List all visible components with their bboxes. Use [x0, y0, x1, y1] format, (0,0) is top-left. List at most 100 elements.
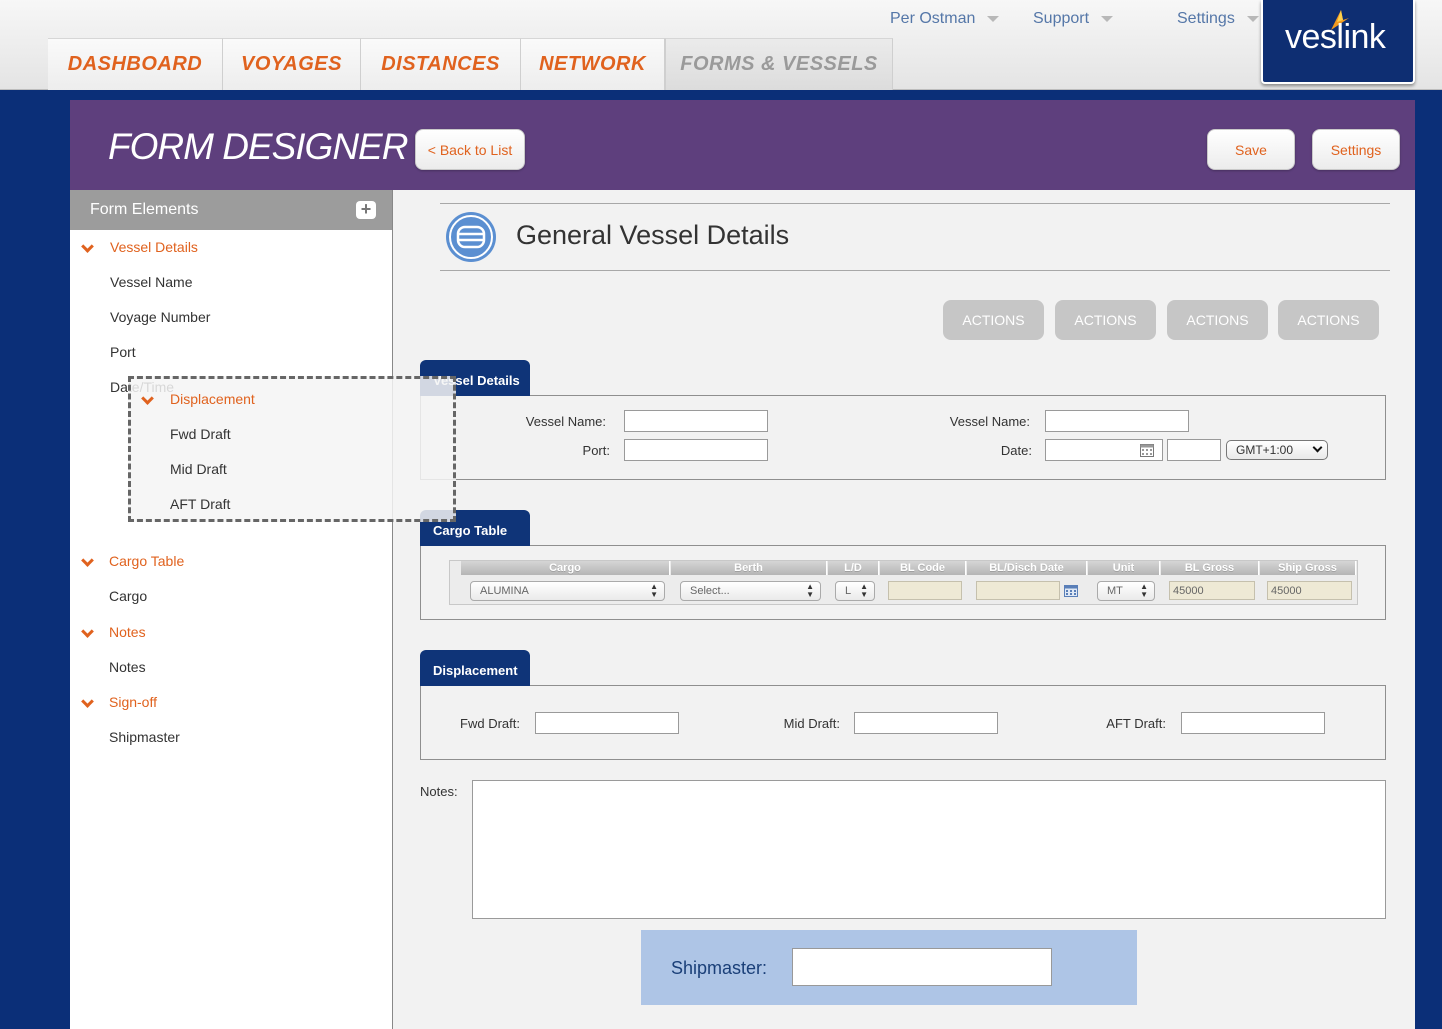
support-menu-label: Support	[1033, 10, 1090, 27]
page-title: FORM DESIGNER	[108, 126, 408, 167]
dragging-item-mid-draft: Mid Draft	[170, 461, 227, 477]
database-icon	[446, 212, 496, 262]
bl-code-input[interactable]	[888, 581, 962, 600]
sidebar-group-sign-off[interactable]: Sign-off	[109, 694, 157, 710]
fwd-draft-label: Fwd Draft:	[460, 716, 520, 731]
chevron-down-icon[interactable]	[81, 554, 94, 567]
sidebar-item-voyage-number[interactable]: Voyage Number	[110, 309, 210, 325]
unit-select[interactable]: MT ▲ ▼	[1097, 581, 1155, 601]
berth-select[interactable]: Select... ▲ ▼	[680, 581, 821, 601]
divider	[440, 203, 1390, 204]
back-to-list-button[interactable]: < Back to List	[415, 129, 525, 170]
sidebar-group-notes[interactable]: Notes	[109, 624, 146, 640]
port-input[interactable]	[624, 439, 768, 461]
dragging-item-fwd-draft: Fwd Draft	[170, 426, 231, 442]
aft-draft-label: AFT Draft:	[1106, 716, 1166, 731]
settings-menu[interactable]: Settings	[1177, 10, 1259, 28]
fwd-draft-input[interactable]	[535, 712, 679, 734]
notes-textarea[interactable]	[472, 780, 1386, 919]
user-menu-label: Per Ostman	[890, 10, 976, 27]
up-down-arrows-icon: ▲ ▼	[806, 582, 814, 599]
actions-button-2[interactable]: ACTIONS	[1055, 300, 1156, 340]
support-menu[interactable]: Support	[1033, 10, 1114, 28]
sidebar-group-cargo-table[interactable]: Cargo Table	[109, 553, 184, 569]
time-input[interactable]	[1167, 439, 1221, 461]
vessel-name-input[interactable]	[624, 410, 768, 432]
veslink-logo[interactable]: veslink	[1261, 0, 1415, 84]
vessel-name-2-input[interactable]	[1045, 410, 1189, 432]
shipmaster-label: Shipmaster:	[671, 958, 768, 978]
date-input[interactable]	[1045, 439, 1163, 461]
chevron-down-icon	[1312, 442, 1323, 453]
vessel-name-2-label: Vessel Name:	[949, 414, 1030, 429]
ld-select[interactable]: L ▲ ▼	[835, 581, 875, 601]
chevron-down-icon[interactable]	[81, 240, 94, 253]
chevron-down-icon	[1246, 15, 1259, 22]
sidebar-item-port[interactable]: Port	[110, 344, 136, 360]
cargo-select-value: ALUMINA	[480, 585, 529, 597]
unit-select-value: MT	[1107, 585, 1123, 597]
divider	[440, 270, 1390, 271]
aft-draft-input[interactable]	[1181, 712, 1325, 734]
actions-button-3[interactable]: ACTIONS	[1167, 300, 1268, 340]
column-header-bl-code[interactable]: BL Code	[880, 561, 966, 575]
form-designer-header: FORM DESIGNER < Back to List Save Settin…	[70, 100, 1415, 190]
sidebar-item-shipmaster[interactable]: Shipmaster	[109, 729, 180, 745]
column-header-berth[interactable]: Berth	[671, 561, 827, 575]
chevron-down-icon	[141, 392, 154, 405]
user-menu[interactable]: Per Ostman	[890, 10, 1000, 28]
chevron-down-icon	[1101, 15, 1114, 22]
dragging-element-ghost[interactable]: Displacement Fwd Draft Mid Draft AFT Dra…	[128, 376, 456, 522]
column-header-ship-gross[interactable]: Ship Gross	[1260, 561, 1356, 575]
sidebar-group-vessel-details[interactable]: Vessel Details	[110, 239, 198, 255]
tab-dashboard[interactable]: DASHBOARD	[48, 38, 223, 90]
sidebar-item-cargo[interactable]: Cargo	[109, 588, 147, 604]
shipmaster-input[interactable]	[792, 948, 1052, 986]
actions-button-1[interactable]: ACTIONS	[943, 300, 1044, 340]
bl-disch-date-input[interactable]	[976, 581, 1060, 600]
column-header-bl-disch-date[interactable]: BL/Disch Date	[967, 561, 1087, 575]
actions-button-4[interactable]: ACTIONS	[1278, 300, 1379, 340]
ld-select-value: L	[845, 585, 852, 597]
tab-network[interactable]: NETWORK	[521, 38, 665, 90]
tab-distances[interactable]: DISTANCES	[361, 38, 521, 90]
timezone-select[interactable]: GMT+1:00	[1226, 440, 1328, 460]
settings-button[interactable]: Settings	[1312, 129, 1400, 170]
port-label: Port:	[582, 443, 610, 458]
vessel-name-label: Vessel Name:	[525, 414, 606, 429]
logo-text: veslink	[1285, 18, 1386, 56]
up-down-arrows-icon: ▲ ▼	[860, 582, 868, 599]
column-header-cargo[interactable]: Cargo	[461, 561, 670, 575]
sidebar-title: Form Elements	[90, 201, 199, 218]
chevron-down-icon[interactable]	[81, 695, 94, 708]
column-header-unit[interactable]: Unit	[1088, 561, 1160, 575]
tab-forms-vessels[interactable]: FORMS & VESSELS	[665, 38, 893, 90]
berth-select-value: Select...	[690, 585, 730, 597]
save-button[interactable]: Save	[1207, 129, 1295, 170]
mid-draft-input[interactable]	[854, 712, 998, 734]
cargo-select[interactable]: ALUMINA ▲ ▼	[470, 581, 665, 601]
shipmaster-signoff: Shipmaster:	[641, 930, 1137, 1005]
date-label: Date:	[1000, 443, 1032, 458]
calendar-icon[interactable]	[1140, 443, 1154, 457]
ship-gross-input[interactable]: 45000	[1267, 581, 1352, 600]
sidebar-item-vessel-name[interactable]: Vessel Name	[110, 274, 192, 290]
bl-gross-input[interactable]: 45000	[1169, 581, 1255, 600]
displacement-tab[interactable]: Displacement	[420, 650, 530, 686]
tab-voyages[interactable]: VOYAGES	[223, 38, 361, 90]
chevron-down-icon	[987, 15, 1000, 22]
column-header-ld[interactable]: L/D	[828, 561, 879, 575]
sidebar-header: Form Elements +	[70, 190, 392, 230]
dragging-item-aft-draft: AFT Draft	[170, 496, 231, 512]
notes-label: Notes:	[420, 784, 458, 799]
up-down-arrows-icon: ▲ ▼	[1140, 582, 1148, 599]
sidebar-item-notes[interactable]: Notes	[109, 659, 146, 675]
chevron-down-icon[interactable]	[81, 625, 94, 638]
add-element-icon[interactable]: +	[356, 200, 376, 219]
dragging-group-displacement: Displacement	[170, 391, 255, 407]
timezone-value: GMT+1:00	[1236, 443, 1294, 457]
vessel-details-section	[420, 395, 1386, 480]
column-header-bl-gross[interactable]: BL Gross	[1161, 561, 1259, 575]
form-elements-sidebar: Form Elements + Vessel Details Vessel Na…	[70, 190, 393, 1029]
calendar-icon[interactable]	[1064, 585, 1078, 597]
